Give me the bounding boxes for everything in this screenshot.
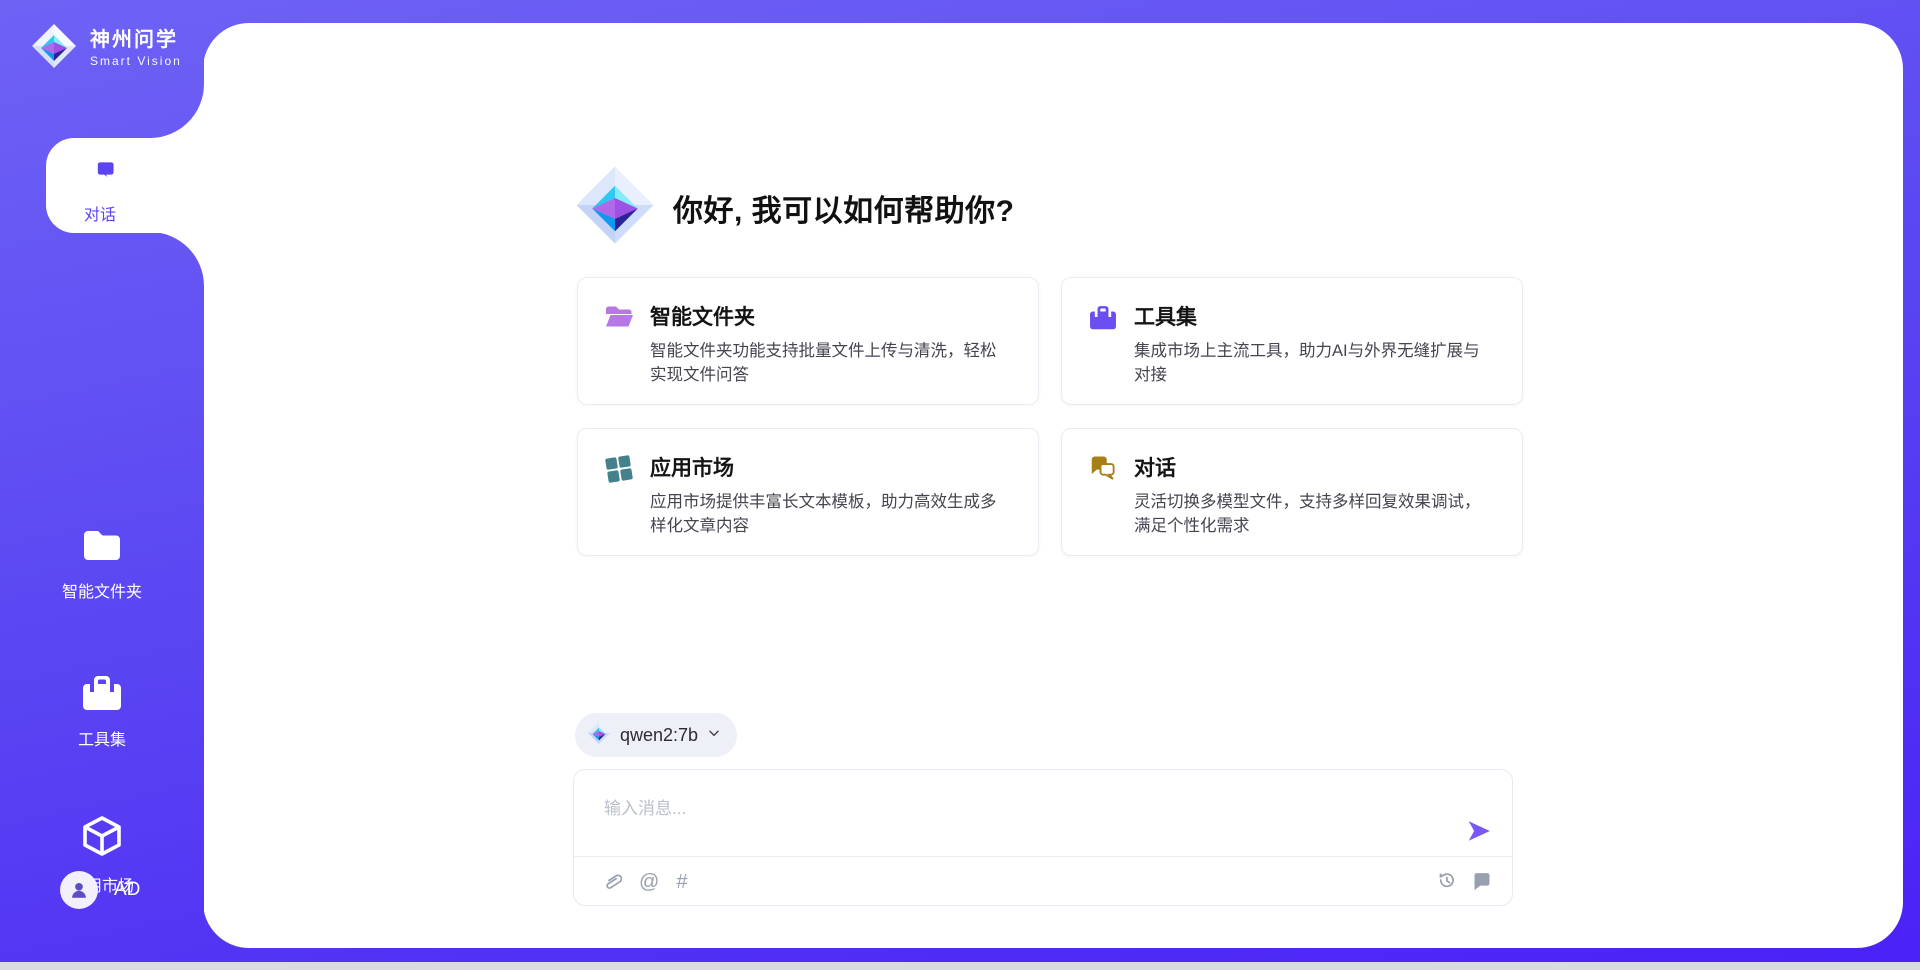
card-description: 灵活切换多模型文件，支持多样回复效果调试，满足个性化需求 (1134, 491, 1496, 539)
sidebar: 智能文件夹 工具集 (0, 232, 204, 970)
hash-icon[interactable]: # (676, 870, 687, 894)
chevron-down-icon (707, 726, 721, 745)
sidebar-item-label: 工具集 (78, 726, 126, 750)
composer-divider (574, 856, 1512, 857)
sidebar-item-toolset[interactable]: 工具集 (0, 672, 204, 750)
toolbox-icon (80, 672, 124, 717)
message-composer: @ # (573, 769, 1513, 906)
sidebar-item-smart-folder[interactable]: 智能文件夹 (0, 526, 204, 602)
folder-icon (80, 526, 124, 569)
history-icon[interactable] (1436, 870, 1457, 891)
avatar (60, 871, 98, 909)
page-title: 你好, 我可以如何帮助你? (673, 186, 1015, 230)
card-smart-folder[interactable]: 智能文件夹 智能文件夹功能支持批量文件上传与清洗，轻松实现文件问答 (577, 277, 1039, 405)
at-icon[interactable]: @ (639, 870, 659, 894)
folder-open-icon (604, 303, 634, 381)
brand-name: 神州问学 (90, 29, 182, 51)
paperclip-icon[interactable] (602, 871, 622, 893)
sidebar-item-label: 智能文件夹 (62, 578, 142, 602)
card-title: 工具集 (1134, 301, 1496, 331)
brand-diamond-icon (573, 163, 657, 252)
grid-icon (604, 454, 634, 532)
sidebar-item-chat[interactable]: 对话 (46, 138, 212, 233)
sidebar-item-label: 对话 (84, 201, 116, 225)
message-input[interactable] (602, 792, 1446, 848)
card-description: 应用市场提供丰富长文本模板，助力高效生成多样化文章内容 (650, 491, 1012, 539)
chat-icon (79, 147, 121, 194)
window-bottom-edge (0, 962, 1920, 970)
card-description: 智能文件夹功能支持批量文件上传与清洗，轻松实现文件问答 (650, 340, 1012, 388)
model-selector[interactable]: qwen2:7b (575, 713, 737, 757)
card-title: 应用市场 (650, 452, 1012, 482)
card-description: 集成市场上主流工具，助力AI与外界无缝扩展与对接 (1134, 340, 1496, 388)
model-diamond-icon (587, 721, 611, 750)
brand-logo-icon (30, 22, 78, 75)
chat-icon (1088, 454, 1118, 532)
sidebar-logo-block: 神州问学 Smart Vision (0, 0, 204, 138)
user-account[interactable]: AD (60, 871, 140, 909)
app-root: 你好, 我可以如何帮助你? 智能文件夹 智能文件夹功能支持批量文件上传与清洗，轻… (0, 0, 1920, 970)
card-toolset[interactable]: 工具集 集成市场上主流工具，助力AI与外界无缝扩展与对接 (1061, 277, 1523, 405)
greeting-row: 你好, 我可以如何帮助你? (573, 163, 1015, 252)
feature-cards: 智能文件夹 智能文件夹功能支持批量文件上传与清洗，轻松实现文件问答 工具集 集成… (577, 277, 1523, 556)
cube-icon (80, 814, 124, 863)
main-panel: 你好, 我可以如何帮助你? 智能文件夹 智能文件夹功能支持批量文件上传与清洗，轻… (203, 23, 1903, 948)
comment-icon[interactable] (1472, 871, 1492, 891)
card-chat[interactable]: 对话 灵活切换多模型文件，支持多样回复效果调试，满足个性化需求 (1061, 428, 1523, 556)
card-title: 智能文件夹 (650, 301, 1012, 331)
model-name: qwen2:7b (620, 725, 698, 746)
card-title: 对话 (1134, 452, 1496, 482)
toolbox-icon (1088, 303, 1118, 381)
brand: 神州问学 Smart Vision (30, 22, 182, 75)
send-icon[interactable] (1466, 818, 1492, 844)
user-name: AD (114, 879, 140, 901)
brand-subtitle: Smart Vision (90, 55, 182, 68)
card-app-market[interactable]: 应用市场 应用市场提供丰富长文本模板，助力高效生成多样化文章内容 (577, 428, 1039, 556)
